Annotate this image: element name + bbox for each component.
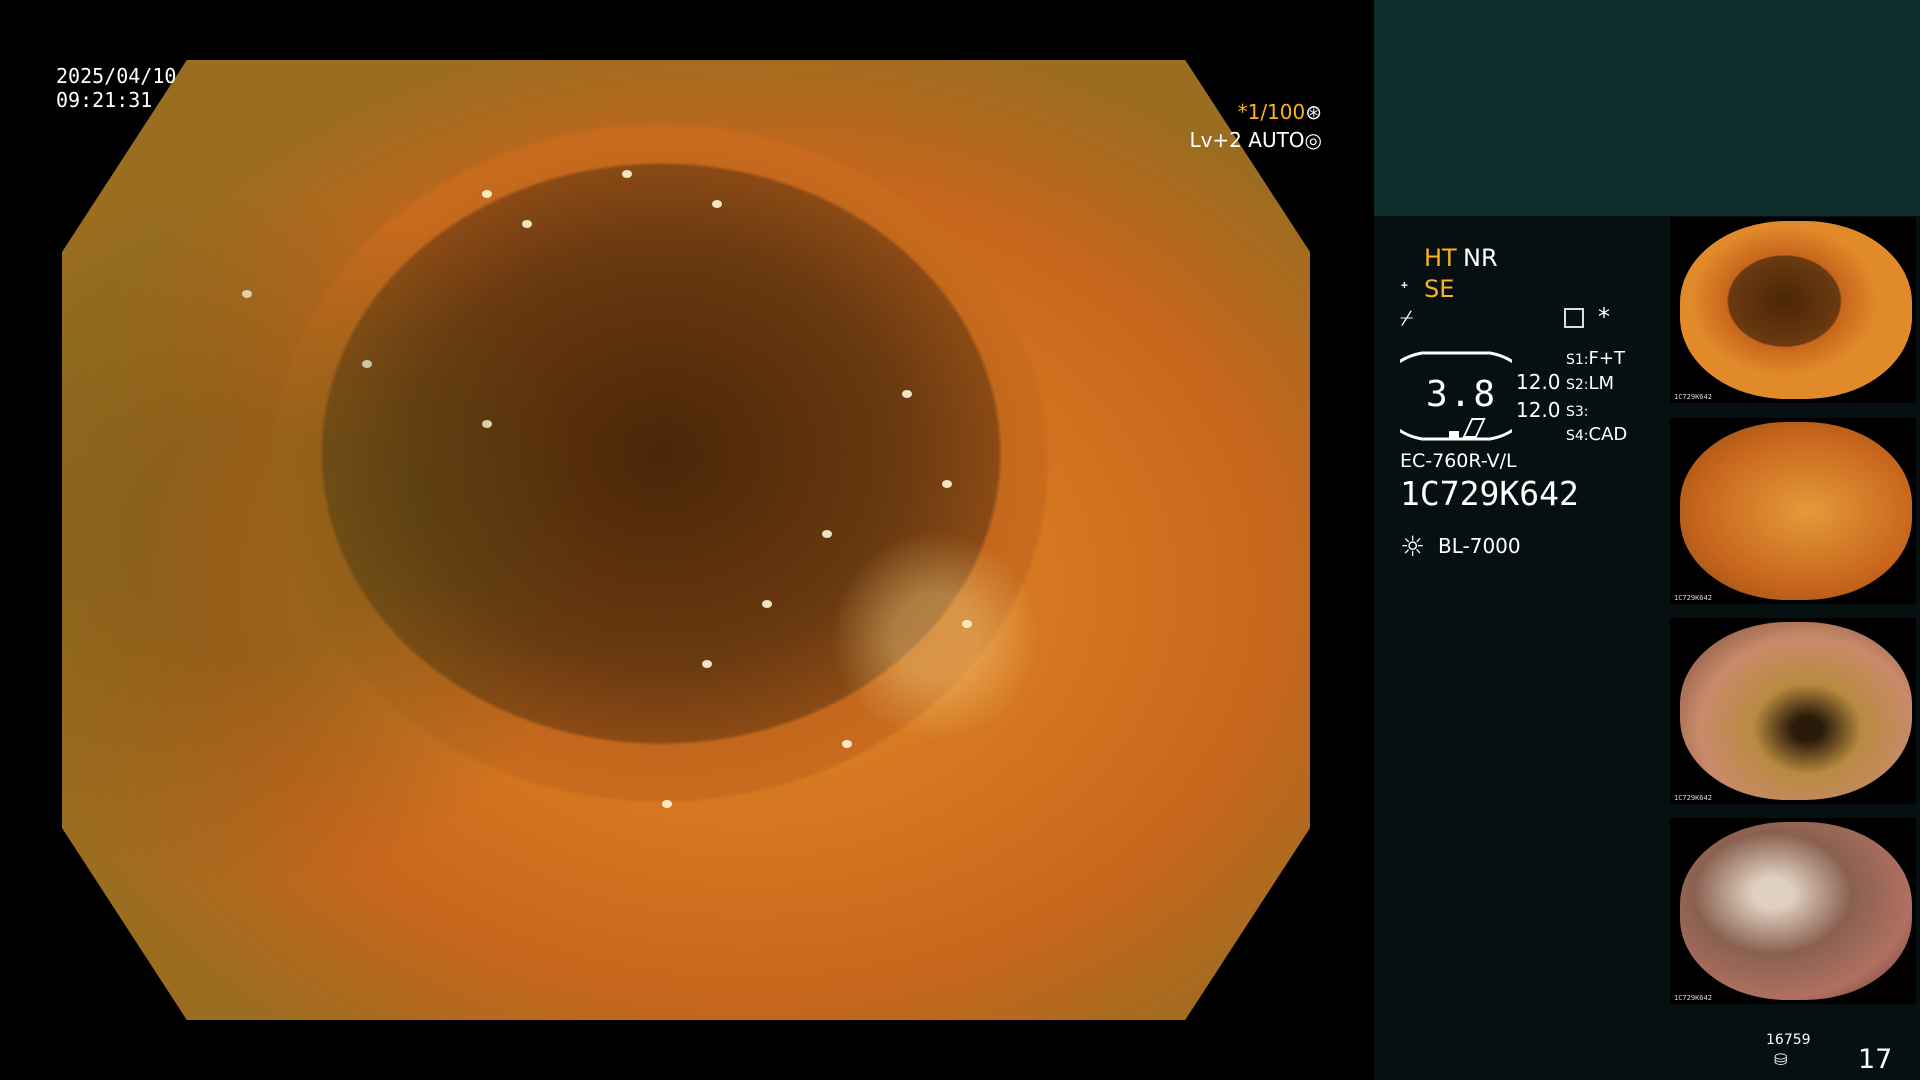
thumbnail[interactable]: 1C729K642	[1670, 217, 1916, 403]
endoscopy-view	[0, 0, 1372, 1080]
value-a: 12.0	[1516, 370, 1561, 394]
glare-spot	[902, 390, 912, 398]
thumbnail-image	[1680, 221, 1912, 399]
value-b: 12.0	[1516, 398, 1561, 422]
slot-s4: S4:CAD	[1566, 424, 1628, 445]
glare-spot	[662, 800, 672, 808]
color-enhance-icon: ⌿	[1400, 306, 1414, 331]
slot-key: S1	[1566, 352, 1584, 368]
glare-spot	[702, 660, 712, 668]
glare-spot	[242, 290, 252, 298]
slot-key: S2	[1566, 377, 1584, 393]
shutter-value: *1/100	[1237, 100, 1306, 124]
slot-s2: S2:LM	[1566, 373, 1615, 394]
iris-icon: ◎	[1304, 128, 1322, 152]
glare-spot	[622, 170, 632, 178]
thumbnail[interactable]: 1C729K642	[1670, 618, 1916, 804]
mode-ht-label: HT	[1424, 244, 1457, 272]
glare-spot	[822, 530, 832, 538]
slot-s3: S3:	[1566, 404, 1589, 420]
thumbnail-caption: 1C729K642	[1674, 794, 1712, 802]
mode-se-label: SE	[1424, 275, 1455, 303]
thumbnail-image	[1680, 822, 1912, 1000]
light-source-label: BL-7000	[1438, 534, 1521, 558]
time-label: 09:21:31	[56, 88, 153, 112]
shutter-readout: *1/100⊛	[1238, 100, 1322, 124]
light-source-icon: ☼	[1400, 530, 1426, 563]
slot-value: CAD	[1588, 424, 1628, 445]
shutter-icon: ⊛	[1305, 100, 1322, 124]
scope-serial: 1C729K642	[1400, 474, 1579, 513]
thumbnail[interactable]: 1C729K642	[1670, 818, 1916, 1004]
thumbnail-image	[1680, 622, 1912, 800]
slot-key: S4	[1566, 428, 1584, 444]
slot-value: LM	[1588, 373, 1615, 394]
glare-spot	[842, 740, 852, 748]
storage-icon: ⛁	[1774, 1050, 1788, 1069]
thumbnail[interactable]: 1C729K642	[1670, 418, 1916, 604]
gauge-bar	[1449, 431, 1459, 439]
image-count: 17	[1858, 1044, 1893, 1075]
glare-spot	[942, 480, 952, 488]
thumbnail-image	[1680, 422, 1912, 600]
glare-spot	[712, 200, 722, 208]
structure-enhance-icon: ᐩ	[1400, 278, 1409, 303]
thumbnail-caption: 1C729K642	[1674, 393, 1712, 401]
glare-spot	[482, 420, 492, 428]
glare-spot	[482, 190, 492, 198]
thumbnail-caption: 1C729K642	[1674, 594, 1712, 602]
glare-spot	[362, 360, 372, 368]
date-label: 2025/04/10	[56, 64, 177, 88]
slot-s1: S1:F+T	[1566, 348, 1625, 369]
info-panel-top	[1374, 0, 1920, 216]
slot-key: S3	[1566, 404, 1584, 420]
glare-spot	[762, 600, 772, 608]
gauge-value: 3.8	[1426, 374, 1498, 415]
settings-icon	[1564, 308, 1584, 328]
glare-spot	[522, 220, 532, 228]
mode-nr-label: NR	[1463, 244, 1498, 272]
iris-mode-readout: Lv+2 AUTO◎	[1189, 128, 1322, 152]
storage-count: 16759	[1766, 1032, 1811, 1048]
thumbnail-caption: 1C729K642	[1674, 994, 1712, 1002]
scope-model: EC-760R-V/L	[1400, 450, 1517, 472]
iris-mode-label: Lv+2 AUTO	[1189, 128, 1305, 152]
glare-spot	[962, 620, 972, 628]
asterisk-indicator: *	[1598, 303, 1610, 331]
endoscopic-image	[62, 60, 1310, 1020]
slot-value: F+T	[1588, 348, 1625, 369]
date-time-display: 2025/04/10 09:21:31	[56, 64, 176, 112]
